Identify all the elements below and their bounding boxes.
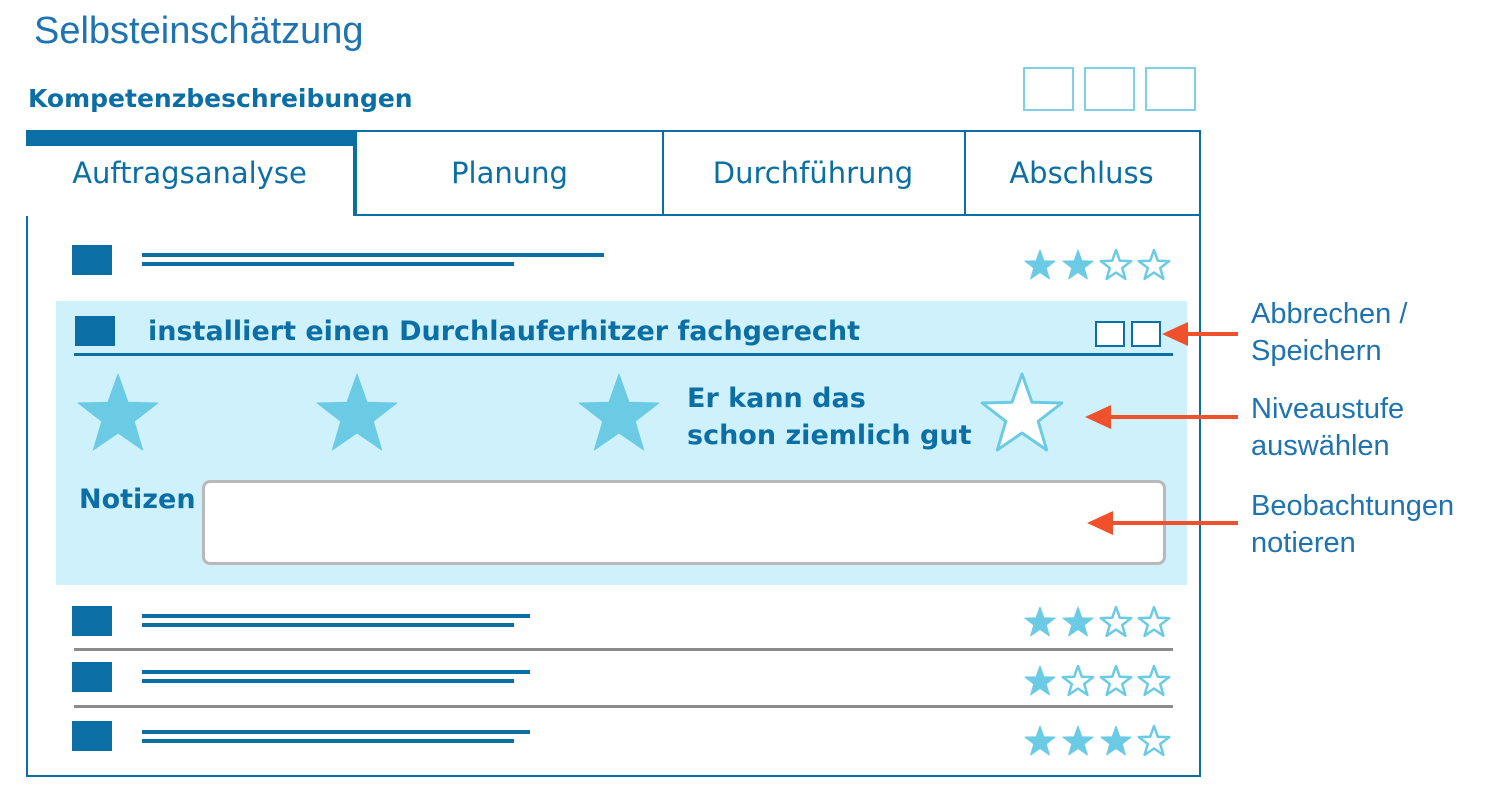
- panel-divider: [74, 353, 1173, 356]
- annotation-line: notieren: [1251, 527, 1356, 559]
- tab-planung[interactable]: Planung: [355, 130, 664, 216]
- tab-label: Planung: [451, 156, 568, 190]
- star-icon[interactable]: [1136, 605, 1172, 639]
- star-rating[interactable]: [1022, 724, 1172, 758]
- text-placeholder-line: [142, 670, 530, 674]
- row-divider: [74, 705, 1173, 708]
- tab-label: Auftragsanalyse: [72, 156, 307, 190]
- star-icon[interactable]: [1098, 724, 1134, 758]
- level-description-line1: Er kann das: [687, 383, 866, 414]
- star-icon[interactable]: [1098, 605, 1134, 639]
- text-placeholder-line: [142, 739, 514, 743]
- arrow-left-icon: [1087, 511, 1238, 535]
- item-marker[interactable]: [72, 606, 112, 636]
- active-tab-indicator: [26, 130, 355, 146]
- star-icon[interactable]: [1060, 605, 1096, 639]
- cancel-button[interactable]: [1095, 321, 1125, 347]
- annotation-line: Speichern: [1251, 335, 1382, 367]
- star-icon[interactable]: [1136, 248, 1172, 282]
- list-item[interactable]: [72, 245, 112, 275]
- annotation-line: Beobachtungen: [1251, 490, 1455, 522]
- arrow-left-icon: [1162, 322, 1238, 346]
- star-icon[interactable]: [1098, 248, 1134, 282]
- item-marker[interactable]: [72, 662, 112, 692]
- text-placeholder-line: [142, 262, 514, 266]
- star-icon[interactable]: [1022, 724, 1058, 758]
- star-rating[interactable]: [1022, 664, 1172, 698]
- section-title: Kompetenzbeschreibungen: [28, 84, 413, 113]
- toolbar-button-1[interactable]: [1023, 67, 1074, 111]
- text-placeholder-line: [142, 614, 530, 618]
- annotation-notes: Beobachtungen notieren: [1251, 488, 1454, 562]
- star-icon[interactable]: [1098, 664, 1134, 698]
- level-star-2[interactable]: [313, 370, 401, 459]
- row-divider: [74, 648, 1173, 651]
- tab-durchfuehrung[interactable]: Durchführung: [662, 130, 966, 216]
- star-icon[interactable]: [313, 370, 401, 454]
- level-star-4[interactable]: [978, 370, 1066, 459]
- notes-field[interactable]: [202, 480, 1166, 565]
- level-star-3[interactable]: [575, 370, 663, 459]
- annotation-level: Niveaustufe auswählen: [1251, 391, 1404, 465]
- star-icon[interactable]: [74, 370, 162, 454]
- text-placeholder-line: [142, 679, 514, 683]
- annotation-line: auswählen: [1251, 430, 1390, 462]
- arrow-left-icon: [1085, 405, 1238, 429]
- star-icon[interactable]: [1060, 724, 1096, 758]
- text-placeholder-line: [142, 730, 530, 734]
- item-marker: [75, 316, 115, 346]
- star-icon[interactable]: [978, 370, 1066, 454]
- star-icon[interactable]: [1136, 724, 1172, 758]
- item-marker[interactable]: [72, 721, 112, 751]
- star-rating[interactable]: [1022, 605, 1172, 639]
- expanded-item-title: installiert einen Durchlauferhitzer fach…: [148, 316, 861, 347]
- annotation-line: Niveaustufe: [1251, 393, 1405, 425]
- star-icon[interactable]: [1022, 248, 1058, 282]
- star-icon[interactable]: [1060, 664, 1096, 698]
- save-button[interactable]: [1131, 321, 1161, 347]
- star-icon[interactable]: [1022, 605, 1058, 639]
- level-description-line2: schon ziemlich gut: [687, 420, 972, 451]
- tab-label: Durchführung: [712, 156, 914, 190]
- star-icon[interactable]: [1022, 664, 1058, 698]
- level-description: Er kann das schon ziemlich gut: [687, 380, 971, 454]
- notes-label: Notizen: [79, 484, 196, 515]
- annotation-line: Abbrechen /: [1251, 298, 1408, 330]
- tab-label: Abschluss: [1009, 156, 1154, 190]
- text-placeholder-line: [142, 623, 514, 627]
- toolbar-button-2[interactable]: [1084, 67, 1135, 111]
- tab-abschluss[interactable]: Abschluss: [964, 130, 1201, 216]
- star-icon[interactable]: [1060, 248, 1096, 282]
- star-icon[interactable]: [1136, 664, 1172, 698]
- item-marker: [72, 245, 112, 275]
- toolbar-button-3[interactable]: [1145, 67, 1196, 111]
- page-title: Selbsteinschätzung: [34, 10, 364, 52]
- star-icon[interactable]: [575, 370, 663, 454]
- text-placeholder-line: [142, 253, 604, 257]
- star-rating[interactable]: [1022, 248, 1172, 282]
- annotation-cancel-save: Abbrechen / Speichern: [1251, 296, 1407, 370]
- level-star-1[interactable]: [74, 370, 162, 459]
